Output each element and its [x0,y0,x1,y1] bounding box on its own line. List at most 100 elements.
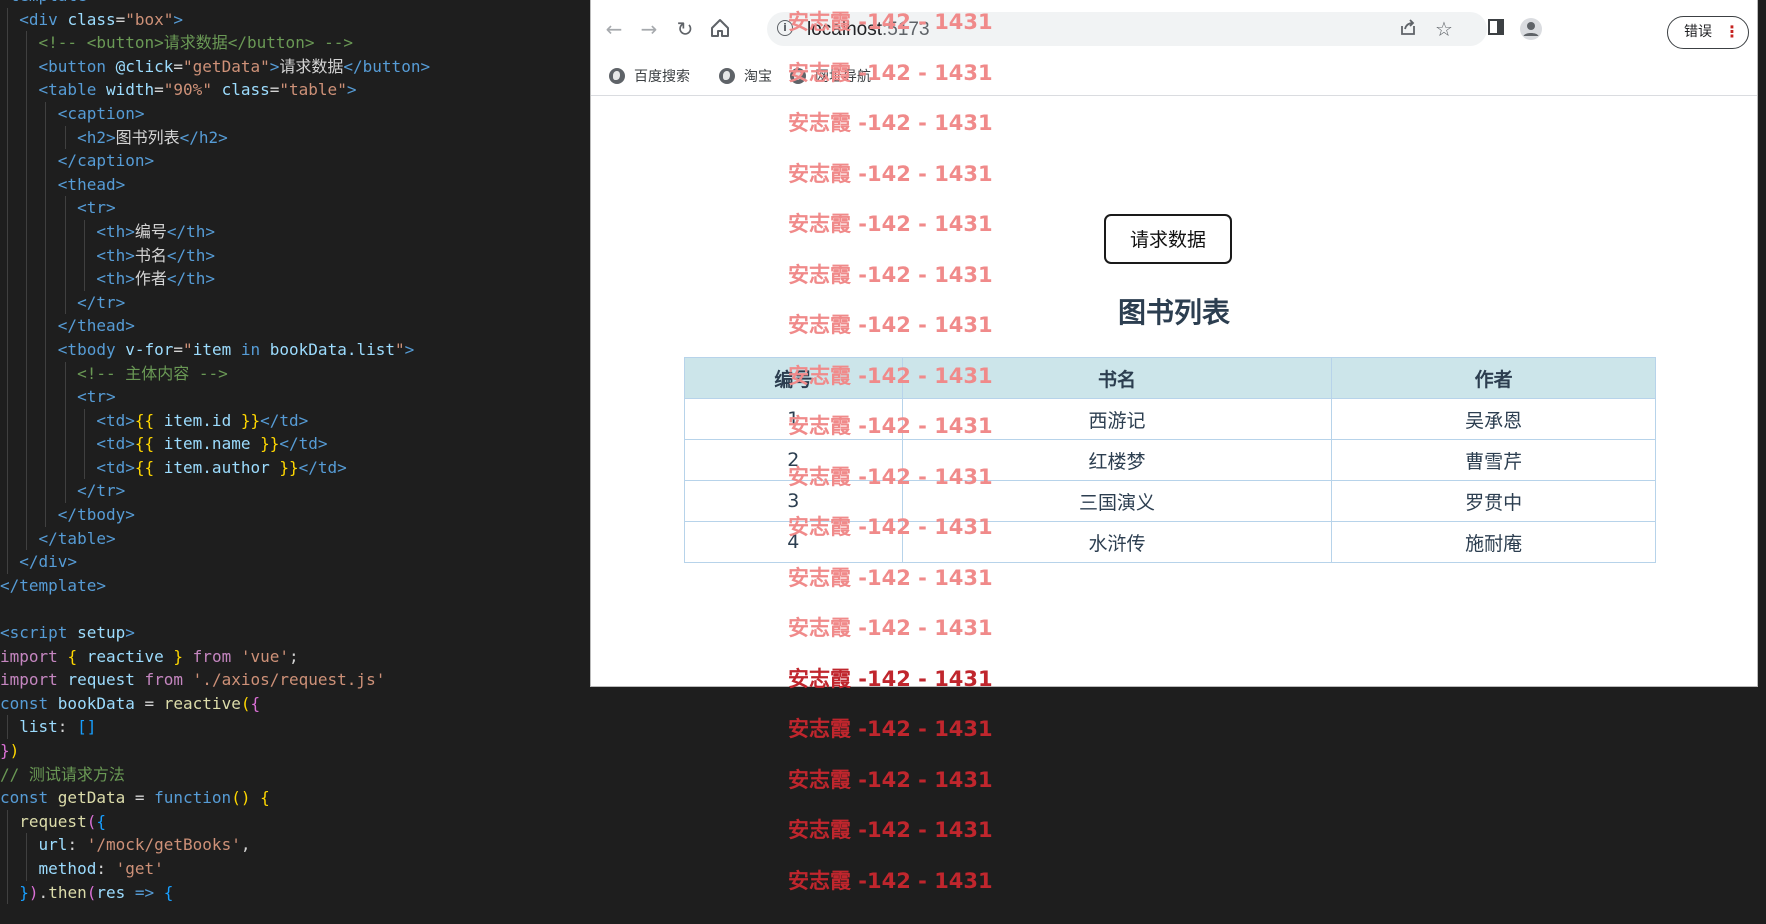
indent-guide [7,267,8,291]
profile-avatar-icon[interactable] [1519,17,1543,41]
indent-guide [7,526,8,551]
indent-guide [26,337,28,362]
code-token: '/mock/getBooks' [86,835,241,855]
indent-guide [7,149,8,173]
code-line: <!-- 主体内容 --> [0,361,590,386]
code-line: const bookData = reactive({ [0,692,590,716]
indent-guide [64,243,66,268]
code-token: getData [57,788,135,808]
book-table: 编号 书名 作者 1 西游记 吴承恩 2 红楼梦 曹雪芹 3 三国演义 罗贯中 … [684,357,1656,563]
code-token: <!-- <button>请求数据</button> --> [38,33,353,53]
indent-guide [26,833,28,857]
home-icon[interactable] [708,17,732,41]
share-icon[interactable] [1396,17,1420,41]
forward-icon[interactable]: → [637,17,661,41]
code-token: <td> [96,434,135,454]
code-token: <table [38,80,106,100]
indent-guide [83,219,85,244]
site-info-icon[interactable]: i [777,20,793,36]
indent-guide [7,290,8,315]
indent-guide [26,455,28,480]
code-token: }} [240,410,261,430]
indent-guide [7,361,8,386]
code-token: <td> [96,457,135,477]
reload-icon[interactable]: ↻ [673,17,697,41]
error-label: 错误 [1684,24,1712,40]
code-token: <tr> [77,198,116,218]
code-token: }} [260,434,280,454]
bookmark-taobao[interactable]: 淘宝 [719,66,772,88]
indent-guide [7,455,8,480]
cell-name: 西游记 [901,398,1333,440]
column-header-id: 编号 [684,357,903,399]
cell-name: 水浒传 [901,521,1333,563]
code-token: <caption> [57,103,145,123]
code-token: class [67,9,116,29]
code-token: </template> [0,575,106,595]
globe-icon [609,68,625,84]
watermark-text: 安志霞 -142 - 1431 [788,717,993,741]
indent-guide [7,503,8,527]
indent-guide [7,31,8,55]
code-token: item [192,339,241,359]
bookmark-baidu[interactable]: 百度搜索 [609,66,690,88]
bookmark-star-icon[interactable]: ☆ [1432,17,1456,41]
browser-window: ← → ↻ i localhost:5173 ☆ 错误 ⋮ 百度搜索 淘宝 网址… [591,0,1757,686]
cell-author: 吴承恩 [1331,398,1656,440]
code-line: <th>作者</th> [0,267,590,291]
indent-guide [26,408,28,433]
cell-author: 罗贯中 [1331,480,1656,522]
indent-guide [7,550,8,574]
indent-guide [26,267,28,291]
bookmark-label: 淘宝 [744,69,772,85]
indent-guide [7,337,8,362]
code-token: = [154,80,164,100]
code-token: { [163,882,174,902]
code-token: > [269,56,280,76]
code-token: " [395,339,405,359]
bookmark-nav[interactable]: 网址导航 [790,66,871,88]
more-menu-icon[interactable]: ⋮ [1724,19,1740,45]
back-icon[interactable]: ← [602,17,626,41]
bookmarks-bar: 百度搜索 淘宝 网址导航 [591,58,1757,96]
indent-guide [7,856,8,881]
code-line: import { reactive } from 'vue'; [0,645,590,669]
watermark-text: 安志霞 -142 - 1431 [788,818,993,842]
code-line: <thead> [0,172,590,197]
code-line: <h2>图书列表</h2> [0,125,590,150]
code-token: <th> [96,245,135,265]
code-token: } [173,646,193,666]
address-bar[interactable]: i localhost:5173 [767,12,1487,46]
column-header-author: 作者 [1331,357,1656,399]
indent-guide [7,432,8,456]
code-token: {{ [134,457,164,477]
indent-guide [26,149,28,173]
side-panel-icon[interactable] [1484,17,1508,41]
indent-guide [7,715,8,739]
indent-guide [45,267,47,291]
code-editor[interactable]: <template> <div class="box"> <!-- <butto… [0,0,590,924]
indent-guide [45,101,47,126]
request-data-button[interactable]: 请求数据 [1104,214,1232,264]
watermark-text: 安志霞 -142 - 1431 [788,868,993,893]
indent-guide [64,385,66,409]
indent-guide [64,479,66,504]
indent-guide [83,432,85,456]
table-row: 4 水浒传 施耐庵 [684,521,1656,563]
code-line: }).then(res => { [0,880,590,905]
code-token: </table> [38,528,116,548]
code-line: <table width="90%" class="table"> [0,78,590,102]
indent-guide [64,408,66,433]
code-line: </table> [0,526,590,551]
column-header-name: 书名 [901,357,1333,399]
code-line: <td>{{ item.name }}</td> [0,432,590,456]
page-title: 图书列表 [1117,296,1230,329]
code-token: <thead> [57,174,126,194]
error-button[interactable]: 错误 ⋮ [1667,16,1749,49]
code-token: method [38,858,97,878]
code-token: <button [38,56,116,76]
